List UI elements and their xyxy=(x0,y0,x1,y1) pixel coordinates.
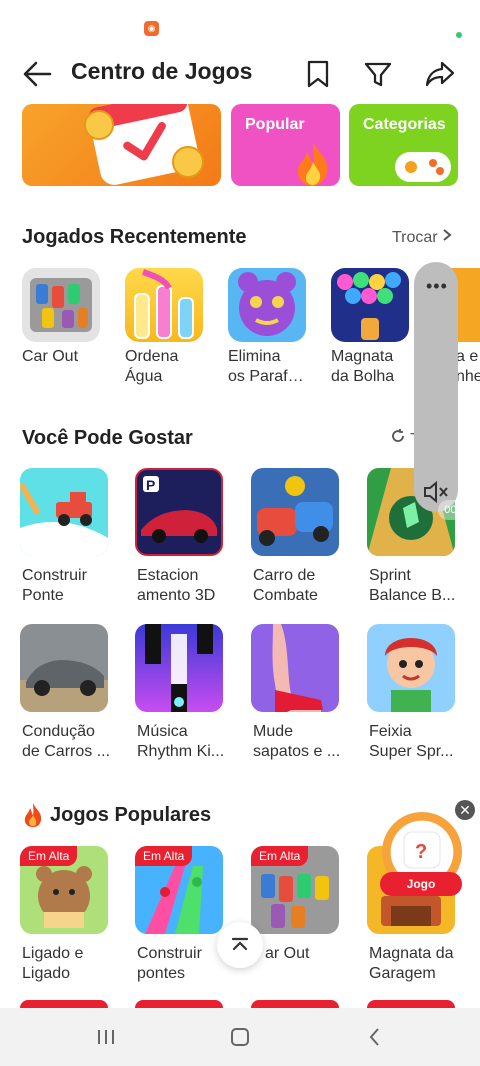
game-name: Feixia Super Spr... xyxy=(369,723,454,760)
game-tile-estacionamento-3d[interactable]: P xyxy=(135,468,223,556)
game-name: Condução de Carros ... xyxy=(22,723,111,760)
coin-icon xyxy=(84,110,114,140)
banner-label: Popular xyxy=(245,116,305,133)
game-name: Construir Ponte xyxy=(22,567,87,604)
system-nav-bar xyxy=(0,1008,480,1066)
hot-badge: Em Alta xyxy=(251,846,309,866)
popular-section-title: Jogos Populares xyxy=(50,804,212,826)
game-tile-musica-rhythm[interactable] xyxy=(135,624,223,712)
game-name: a e nhe xyxy=(456,348,480,385)
more-icon[interactable]: ••• xyxy=(426,276,448,297)
fire-icon xyxy=(24,803,42,827)
filter-icon xyxy=(364,62,392,87)
game-tile-mude-sapatos[interactable] xyxy=(251,624,339,712)
floating-panel[interactable]: ••• xyxy=(414,262,458,512)
game-tile-elimina-parafusos[interactable] xyxy=(228,268,306,342)
chevron-right-icon xyxy=(443,229,452,241)
game-name: ar Out xyxy=(265,945,310,962)
game-name: Elimina os Paraf… xyxy=(228,348,304,385)
bookmark-button[interactable] xyxy=(296,52,340,96)
game-tile-ligado[interactable]: Em Alta xyxy=(20,846,108,934)
bookmark-icon xyxy=(307,60,329,88)
game-name: Car Out xyxy=(22,348,79,365)
game-tile-carro-combate[interactable] xyxy=(251,468,339,556)
game-name: Música Rhythm Ki... xyxy=(137,723,225,760)
game-name: Estacion amento 3D xyxy=(137,567,216,604)
game-tile-construir-ponte[interactable] xyxy=(20,468,108,556)
game-tile-magnata-bolha[interactable] xyxy=(331,268,409,342)
tile-peek xyxy=(251,1000,339,1008)
game-name: Mude sapatos e ... xyxy=(253,723,341,760)
home-button[interactable] xyxy=(218,1022,262,1052)
page-title: Centro de Jogos xyxy=(71,58,253,84)
back-button[interactable] xyxy=(15,52,59,96)
share-icon xyxy=(425,61,455,87)
game-tile-ordena-agua[interactable] xyxy=(125,268,203,342)
tile-peek xyxy=(135,1000,223,1008)
svg-text:?: ? xyxy=(415,841,427,863)
banner-daily[interactable] xyxy=(22,104,221,186)
banner-label: Categorias xyxy=(363,116,446,133)
fire-icon xyxy=(297,142,328,186)
game-tile-feixia-super[interactable] xyxy=(367,624,455,712)
game-name: Carro de Combate xyxy=(253,567,318,604)
coin-icon xyxy=(172,146,204,178)
app-notification-icon: ◉ xyxy=(144,21,159,36)
game-tile-car-out[interactable] xyxy=(22,268,100,342)
recent-apps-icon xyxy=(98,1030,114,1044)
promo-play-button[interactable]: Jogo xyxy=(380,872,462,896)
home-icon xyxy=(231,1028,249,1046)
back-arrow-icon xyxy=(23,61,52,87)
swap-label: Trocar xyxy=(392,229,438,246)
banner-popular[interactable]: Popular xyxy=(231,104,340,186)
refresh-icon xyxy=(392,429,404,442)
game-name: Magnata da Bolha xyxy=(331,348,395,385)
banner-categories[interactable]: Categorias xyxy=(349,104,458,186)
recent-section-title: Jogados Recentemente xyxy=(22,226,247,248)
suggest-section-title: Você Pode Gostar xyxy=(22,427,193,449)
game-name: Magnata da Garagem xyxy=(369,945,454,982)
tile-peek xyxy=(367,1000,455,1008)
game-tile-conducao-carros[interactable] xyxy=(20,624,108,712)
scroll-top-button[interactable] xyxy=(217,922,263,968)
back-icon xyxy=(369,1028,379,1046)
game-tile-construir-pontes[interactable]: Em Alta xyxy=(135,846,223,934)
promo-label: Jogo xyxy=(406,877,436,891)
hot-badge: Em Alta xyxy=(20,846,78,866)
back-nav-button[interactable] xyxy=(352,1022,396,1052)
status-dot xyxy=(456,32,462,38)
svg-text:P: P xyxy=(146,477,155,493)
scroll-top-icon xyxy=(231,937,249,951)
hot-badge: Em Alta xyxy=(135,846,193,866)
swap-button[interactable]: Trocar xyxy=(392,228,452,247)
game-tile-car-out-2[interactable]: Em Alta xyxy=(251,846,339,934)
game-name: Ordena Água xyxy=(125,348,179,385)
filter-button[interactable] xyxy=(356,52,400,96)
game-name: Sprint Balance B... xyxy=(369,567,456,604)
timer-label: 00:00 xyxy=(438,500,478,520)
gamepad-icon xyxy=(395,152,451,182)
game-name: Construir pontes xyxy=(137,945,202,982)
game-name: Ligado e Ligado xyxy=(22,945,84,982)
share-button[interactable] xyxy=(418,52,462,96)
recent-apps-button[interactable] xyxy=(84,1022,128,1052)
tile-peek xyxy=(20,1000,108,1008)
